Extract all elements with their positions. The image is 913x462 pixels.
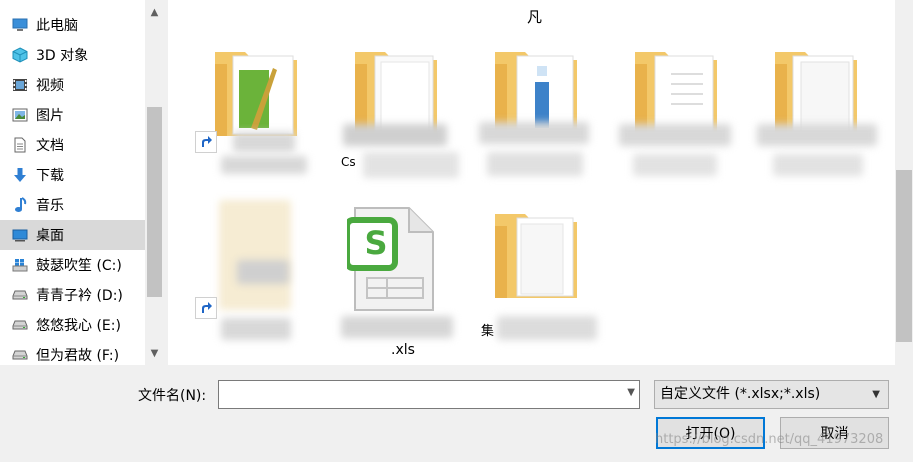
nav-item-drive-f[interactable]: 但为君故 (F:) (0, 340, 145, 365)
document-icon (11, 136, 29, 154)
chevron-down-icon[interactable]: ▼ (872, 381, 880, 408)
folder-item[interactable] (753, 38, 877, 188)
shortcut-arrow-icon (195, 297, 217, 319)
blurred-label (221, 156, 307, 174)
spreadsheet-file-icon (347, 207, 434, 311)
file-label-fragment: .xls (391, 342, 415, 358)
nav-item-drive-e[interactable]: 悠悠我心 (E:) (0, 310, 145, 340)
nav-item-label: 视频 (36, 78, 64, 94)
folder-item[interactable] (473, 38, 593, 188)
drive-icon (11, 316, 29, 334)
blurred-label (619, 124, 731, 146)
computer-icon (11, 16, 29, 34)
file-type-select[interactable]: 自定义文件 (*.xlsx;*.xls) ▼ (654, 380, 889, 409)
blurred-label (487, 152, 583, 176)
shortcut-arrow-icon (195, 131, 217, 153)
nav-item-label: 图片 (36, 108, 64, 124)
nav-item-drive-c[interactable]: 鼓瑟吹笙 (C:) (0, 250, 145, 280)
nav-item-pictures[interactable]: 图片 (0, 100, 145, 130)
nav-item-label: 但为君故 (F:) (36, 348, 120, 364)
folder-icon (215, 52, 297, 136)
watermark: https://blog.csdn.net/qq_41973208 (655, 432, 884, 447)
music-note-icon (11, 196, 29, 214)
nav-item-label: 鼓瑟吹笙 (C:) (36, 258, 122, 274)
filename-input[interactable] (219, 381, 614, 408)
blurred-thumbnail (237, 260, 289, 284)
desktop-icon (11, 226, 29, 244)
shortcut-item[interactable] (193, 200, 313, 350)
scroll-up-arrow-icon[interactable]: ▲ (145, 4, 164, 20)
nav-item-videos[interactable]: 视频 (0, 70, 145, 100)
spreadsheet-app-letter: S (364, 224, 388, 262)
nav-item-drive-d[interactable]: 青青子衿 (D:) (0, 280, 145, 310)
file-label-fragment: Cs (341, 155, 356, 169)
nav-item-desktop[interactable]: 桌面 (0, 220, 145, 250)
navigation-tree: 此电脑 3D 对象 视频 图片 文档 下载 音乐 桌面 鼓瑟吹笙 (C:) 青青… (0, 10, 145, 365)
file-view-scrollbar-thumb[interactable] (896, 170, 912, 342)
film-icon (11, 76, 29, 94)
file-view[interactable]: 凡 Cs S .xls 集 (168, 0, 895, 365)
blurred-label (497, 316, 597, 340)
blurred-label (233, 132, 295, 152)
nav-item-downloads[interactable]: 下载 (0, 160, 145, 190)
filename-label: 文件名(N): (138, 388, 207, 404)
spreadsheet-file-item[interactable]: S .xls (333, 200, 453, 358)
chevron-down-icon[interactable]: ▼ (627, 387, 635, 398)
blurred-label (633, 154, 717, 176)
system-drive-icon (11, 256, 29, 274)
navigation-pane[interactable]: 此电脑 3D 对象 视频 图片 文档 下载 音乐 桌面 鼓瑟吹笙 (C:) 青青… (0, 0, 164, 365)
nav-item-label: 3D 对象 (36, 48, 89, 64)
nav-item-label: 下载 (36, 168, 64, 184)
nav-item-label: 青青子衿 (D:) (36, 288, 123, 304)
file-type-value: 自定义文件 (*.xlsx;*.xls) (660, 386, 821, 402)
scroll-down-arrow-icon[interactable]: ▼ (145, 345, 164, 361)
drive-icon (11, 286, 29, 304)
partial-file-label: 凡 (527, 8, 543, 26)
folder-item[interactable]: 集 (473, 200, 597, 350)
nav-scrollbar-thumb[interactable] (147, 107, 162, 297)
blurred-label (479, 122, 589, 144)
picture-icon (11, 106, 29, 124)
filename-combobox[interactable]: ▼ (218, 380, 640, 409)
nav-scrollbar[interactable]: ▲ ▼ (145, 0, 164, 365)
nav-item-music[interactable]: 音乐 (0, 190, 145, 220)
file-view-scrollbar[interactable] (895, 0, 913, 365)
nav-item-label: 此电脑 (36, 18, 78, 34)
nav-item-3d-objects[interactable]: 3D 对象 (0, 40, 145, 70)
cube-3d-icon (11, 46, 29, 64)
nav-item-label: 悠悠我心 (E:) (36, 318, 121, 334)
folder-item[interactable]: Cs (333, 38, 459, 188)
blurred-label (221, 318, 291, 340)
blurred-thumbnail (219, 200, 291, 310)
drive-icon (11, 346, 29, 364)
blurred-label (341, 316, 453, 338)
nav-item-this-pc[interactable]: 此电脑 (0, 10, 145, 40)
nav-item-label: 桌面 (36, 228, 64, 244)
nav-item-label: 文档 (36, 138, 64, 154)
blurred-label (757, 124, 877, 146)
file-label-fragment: 集 (481, 324, 495, 339)
nav-item-documents[interactable]: 文档 (0, 130, 145, 160)
download-arrow-icon (11, 166, 29, 184)
folder-item[interactable] (193, 38, 313, 188)
blurred-label (773, 154, 863, 176)
folder-item[interactable] (613, 38, 733, 188)
blurred-label (363, 152, 459, 178)
blurred-label (343, 124, 447, 146)
folder-icon (495, 214, 577, 298)
nav-item-label: 音乐 (36, 198, 64, 214)
